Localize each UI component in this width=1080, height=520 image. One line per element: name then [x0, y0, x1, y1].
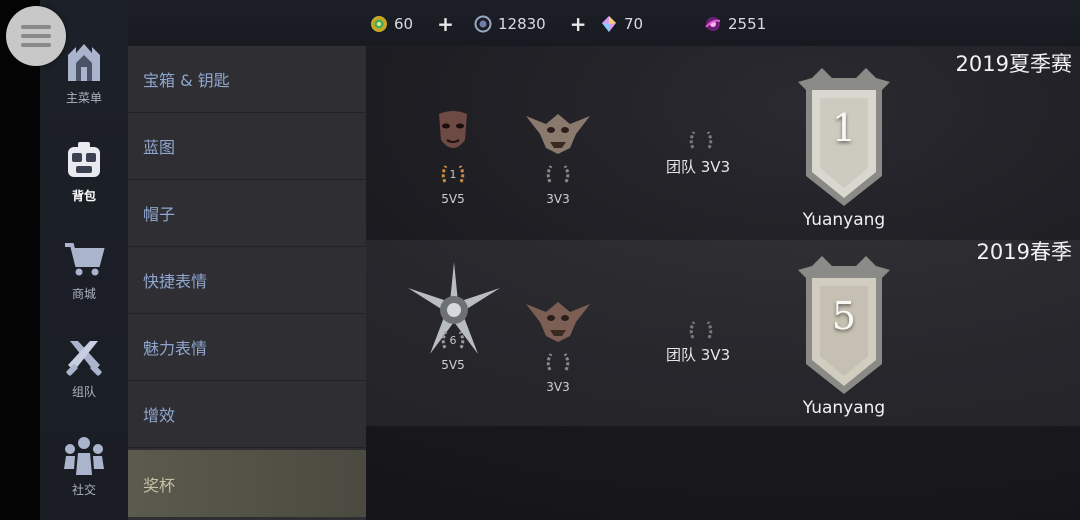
goblin-trophy-icon — [526, 302, 590, 342]
backpack-icon — [68, 141, 100, 177]
category-item[interactable]: 魅力表情 — [128, 314, 366, 381]
nav-label: 社交 — [71, 482, 96, 497]
currency-value: 12830 — [498, 15, 546, 33]
trophy-3v3[interactable]: 3V3 — [513, 110, 603, 206]
rank-wreath — [545, 350, 571, 376]
laurel-wreath-icon — [689, 321, 713, 339]
crystal-icon — [602, 16, 616, 32]
menu-line — [21, 43, 51, 47]
cart-icon — [65, 242, 105, 275]
season-rank-banner[interactable]: 1 — [792, 68, 896, 212]
season-rank-banner[interactable]: 5 — [792, 256, 896, 400]
category-item[interactable]: 蓝图 — [128, 113, 366, 180]
nav-label: 主菜单 — [65, 90, 102, 105]
laurel-wreath-icon — [546, 165, 570, 183]
category-item[interactable]: 快捷表情 — [128, 247, 366, 314]
silver-gem-icon — [474, 15, 492, 33]
nav-label: 背包 — [71, 188, 96, 203]
trophy-5v5[interactable]: 6 5V5 — [408, 262, 500, 372]
team-rank-wreath — [688, 128, 714, 154]
nav-item-social[interactable]: 社交 — [40, 420, 128, 510]
nav-label: 组队 — [71, 384, 96, 399]
castle-icon — [68, 43, 100, 81]
add-gold-button[interactable]: + — [437, 12, 454, 36]
nav-item-backpack[interactable]: 背包 — [40, 126, 128, 216]
trophy-name: 5V5 — [441, 192, 465, 206]
nav-label: 商城 — [71, 286, 96, 301]
goblin-trophy-icon — [526, 114, 590, 154]
menu-line — [21, 25, 51, 29]
rank-wreath: 1 — [440, 162, 466, 188]
category-item-selected[interactable]: 奖杯 — [128, 450, 366, 517]
team-label: 团队 3V3 — [666, 346, 731, 364]
galaxy-icon — [705, 17, 721, 31]
hamburger-menu-button[interactable] — [6, 6, 66, 66]
rank-wreath: 6 — [440, 328, 466, 354]
mask-trophy-icon — [439, 111, 467, 148]
trophy-name: 5V5 — [441, 358, 465, 372]
nav-item-shop[interactable]: 商城 — [40, 224, 128, 314]
season-title: 2019夏季赛 — [955, 52, 1072, 76]
menu-line — [21, 34, 51, 38]
category-list: 宝箱 & 钥匙 蓝图 帽子 快捷表情 魅力表情 增效 奖杯 — [128, 46, 366, 520]
currency-galaxy: 2551 — [704, 14, 766, 34]
category-item[interactable]: 增效 — [128, 381, 366, 448]
add-silver-button[interactable]: + — [570, 12, 587, 36]
game-screen: 主菜单 背包 商城 组队 社交 60 + 12830 + 70 2551 宝箱 … — [0, 0, 1080, 520]
side-nav: 主菜单 背包 商城 组队 社交 — [40, 0, 128, 520]
currency-gold: 60 + — [370, 12, 454, 36]
left-edge — [0, 0, 40, 520]
category-item[interactable]: 宝箱 & 钥匙 — [128, 46, 366, 113]
player-name: Yuanyang — [802, 398, 886, 418]
rank-number: 6 — [449, 334, 457, 347]
season-row: 2019夏季赛 1 5V5 3V3 团队 3V3 1 Yuanyang — [366, 52, 1080, 238]
crossed-swords-icon — [66, 340, 102, 376]
rank-number: 1 — [449, 168, 457, 181]
team-label: 团队 3V3 — [666, 158, 731, 176]
currency-value: 2551 — [728, 15, 767, 33]
nav-item-team[interactable]: 组队 — [40, 322, 128, 412]
laurel-wreath-icon — [546, 353, 570, 371]
gold-coin-icon — [371, 16, 387, 32]
currency-silver: 12830 + — [474, 12, 587, 36]
trophy-name: 3V3 — [546, 192, 570, 206]
trophy-3v3[interactable]: 3V3 — [513, 298, 603, 394]
currency-value: 70 — [624, 15, 644, 33]
currency-crystal: 70 — [600, 14, 643, 34]
rank-wreath — [545, 162, 571, 188]
laurel-wreath-icon — [689, 131, 713, 149]
currency-value: 60 — [394, 15, 414, 33]
people-icon — [64, 436, 104, 475]
banner-rank-number: 1 — [831, 106, 857, 150]
player-name: Yuanyang — [802, 210, 886, 230]
banner-rank-number: 5 — [831, 294, 857, 338]
trophy-5v5[interactable]: 1 5V5 — [408, 110, 498, 206]
trophy-name: 3V3 — [546, 380, 570, 394]
category-item[interactable]: 帽子 — [128, 180, 366, 247]
season-row: 2019春季 6 5V5 3V3 团队 3V3 5 Yuanyang — [366, 240, 1080, 426]
team-rank-wreath — [688, 318, 714, 344]
season-title: 2019春季 — [976, 240, 1072, 264]
